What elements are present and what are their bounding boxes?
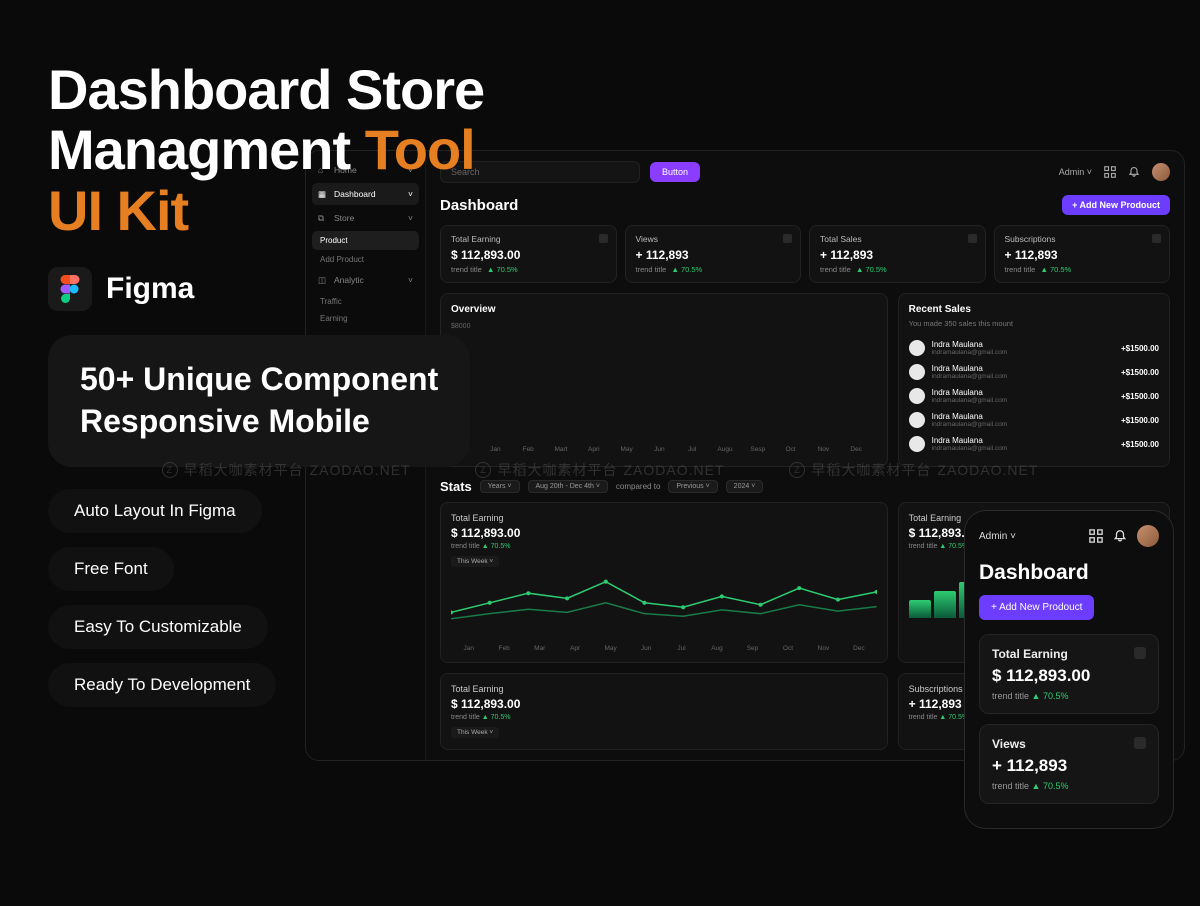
kpi-card: Views+ 112,893trend title ▲ 70.5% (625, 225, 802, 283)
sale-item[interactable]: Indra Maulanaindramaulana@gmail.com+$150… (909, 336, 1159, 360)
years-chip[interactable]: Years ˅ (480, 480, 520, 493)
figma-badge: Figma (48, 267, 484, 311)
admin-label[interactable]: Admin ˅ (1059, 167, 1092, 177)
week-chip[interactable]: This Week ˅ (451, 727, 499, 738)
stat-card-bottom-left: Total Earning $ 112,893.00 trend title ▲… (440, 673, 888, 750)
sale-item[interactable]: Indra Maulanaindramaulana@gmail.com+$150… (909, 408, 1159, 432)
card-icon (1134, 737, 1146, 749)
year-chip[interactable]: 2024 ˅ (726, 480, 764, 493)
recent-sales-subtitle: You made 350 sales this mount (909, 319, 1159, 328)
mobile-add-button[interactable]: + Add New Prodouct (979, 595, 1094, 620)
pill-item: Easy To Customizable (48, 605, 268, 649)
sale-item[interactable]: Indra Maulanaindramaulana@gmail.com+$150… (909, 432, 1159, 456)
avatar (909, 388, 925, 404)
apps-icon[interactable] (1104, 166, 1116, 178)
recent-sales-panel: Recent Sales You made 350 sales this mou… (898, 293, 1170, 467)
avatar (909, 340, 925, 356)
add-product-button[interactable]: + Add New Prodouct (1062, 195, 1170, 215)
topbar-button[interactable]: Button (650, 162, 700, 182)
apps-icon[interactable] (1089, 529, 1103, 543)
figma-label: Figma (106, 272, 194, 306)
overview-title: Overview (451, 304, 877, 315)
mobile-admin[interactable]: Admin ˅ (979, 531, 1016, 542)
pill-item: Ready To Development (48, 663, 276, 707)
avatar (909, 436, 925, 452)
pill-item: Auto Layout In Figma (48, 489, 262, 533)
kpi-row: Total Earning$ 112,893.00trend title ▲ 7… (440, 225, 1170, 283)
mobile-kpi-card: Total Earning $ 112,893.00 trend title ▲… (979, 634, 1159, 714)
bell-icon[interactable] (1113, 529, 1127, 543)
card-icon (783, 234, 792, 243)
sale-item[interactable]: Indra Maulanaindramaulana@gmail.com+$150… (909, 384, 1159, 408)
card-icon (968, 234, 977, 243)
kpi-card: Subscriptions+ 112,893trend title ▲ 70.5… (994, 225, 1171, 283)
mobile-mockup: Admin ˅ Dashboard + Add New Prodouct Tot… (964, 510, 1174, 829)
mobile-title: Dashboard (979, 561, 1159, 585)
card-icon (1152, 234, 1161, 243)
prev-chip[interactable]: Previous ˅ (668, 480, 717, 493)
card-icon (599, 234, 608, 243)
topbar: Search Button Admin ˅ (440, 161, 1170, 183)
bell-icon[interactable] (1128, 166, 1140, 178)
hero-title: Dashboard Store Managment Tool UI Kit (48, 60, 484, 241)
card-icon (1134, 647, 1146, 659)
overview-panel: Overview $8000 $0 JanFebMartApriMayJunJu… (440, 293, 888, 467)
stats-header: Stats Years ˅ Aug 20th - Dec 4th ˅ compa… (440, 479, 1170, 494)
range-chip[interactable]: Aug 20th - Dec 4th ˅ (528, 480, 608, 493)
chevron-down-icon: ˅ (1087, 167, 1092, 177)
feature-pills: Auto Layout In Figma Free Font Easy To C… (48, 489, 484, 707)
hero-marketing: Dashboard Store Managment Tool UI Kit Fi… (48, 60, 484, 707)
stat-card-line: Total Earning $ 112,893.00 trend title ▲… (440, 502, 888, 663)
line-chart: JanFebMarAprMayJunJulAugSepOctNovDec (451, 574, 877, 652)
sale-item[interactable]: Indra Maulanaindramaulana@gmail.com+$150… (909, 360, 1159, 384)
feature-box: 50+ Unique Component Responsive Mobile (48, 335, 470, 466)
recent-sales-title: Recent Sales (909, 304, 1159, 315)
figma-icon (48, 267, 92, 311)
avatar[interactable] (1152, 163, 1170, 181)
pill-item: Free Font (48, 547, 174, 591)
kpi-card: Total Sales+ 112,893trend title ▲ 70.5% (809, 225, 986, 283)
mobile-kpi-card: Views + 112,893 trend title ▲ 70.5% (979, 724, 1159, 804)
overview-chart: $8000 $0 JanFebMartApriMayJunJulAuguSesp… (451, 323, 877, 453)
avatar (909, 364, 925, 380)
avatar[interactable] (1137, 525, 1159, 547)
avatar (909, 412, 925, 428)
page-header: Dashboard + Add New Prodouct (440, 195, 1170, 215)
